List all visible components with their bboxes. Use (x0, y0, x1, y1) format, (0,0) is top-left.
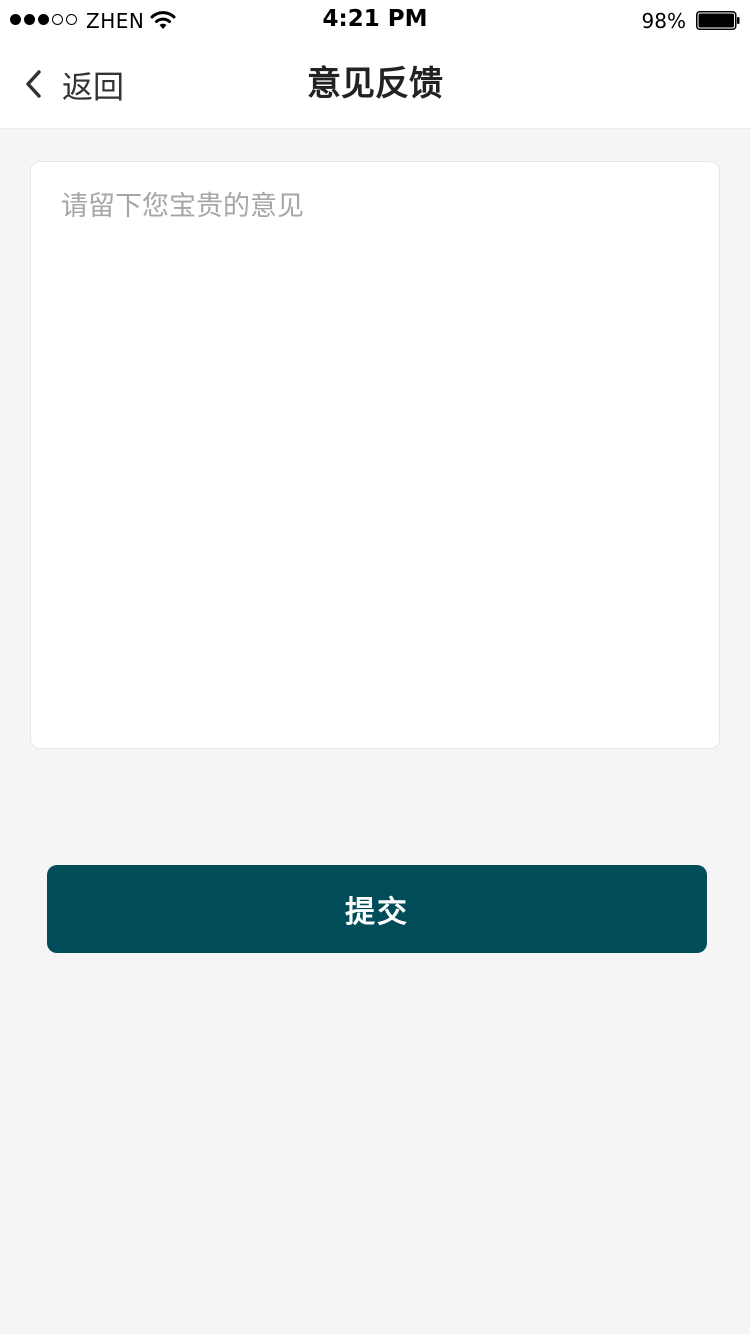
feedback-input-container (30, 161, 720, 749)
status-bar: ZHEN 4:21 PM 98% (0, 0, 750, 40)
submit-button[interactable]: 提交 (47, 865, 707, 953)
back-label[interactable]: 返回 (62, 62, 124, 107)
chevron-left-icon[interactable] (20, 66, 48, 102)
back-button[interactable]: 返回 (20, 40, 124, 128)
navigation-bar: 意见反馈 返回 (0, 40, 750, 129)
status-time: 4:21 PM (322, 6, 428, 32)
battery-icon (696, 11, 740, 30)
battery-percentage: 98% (641, 9, 686, 33)
feedback-textarea[interactable] (31, 162, 719, 748)
